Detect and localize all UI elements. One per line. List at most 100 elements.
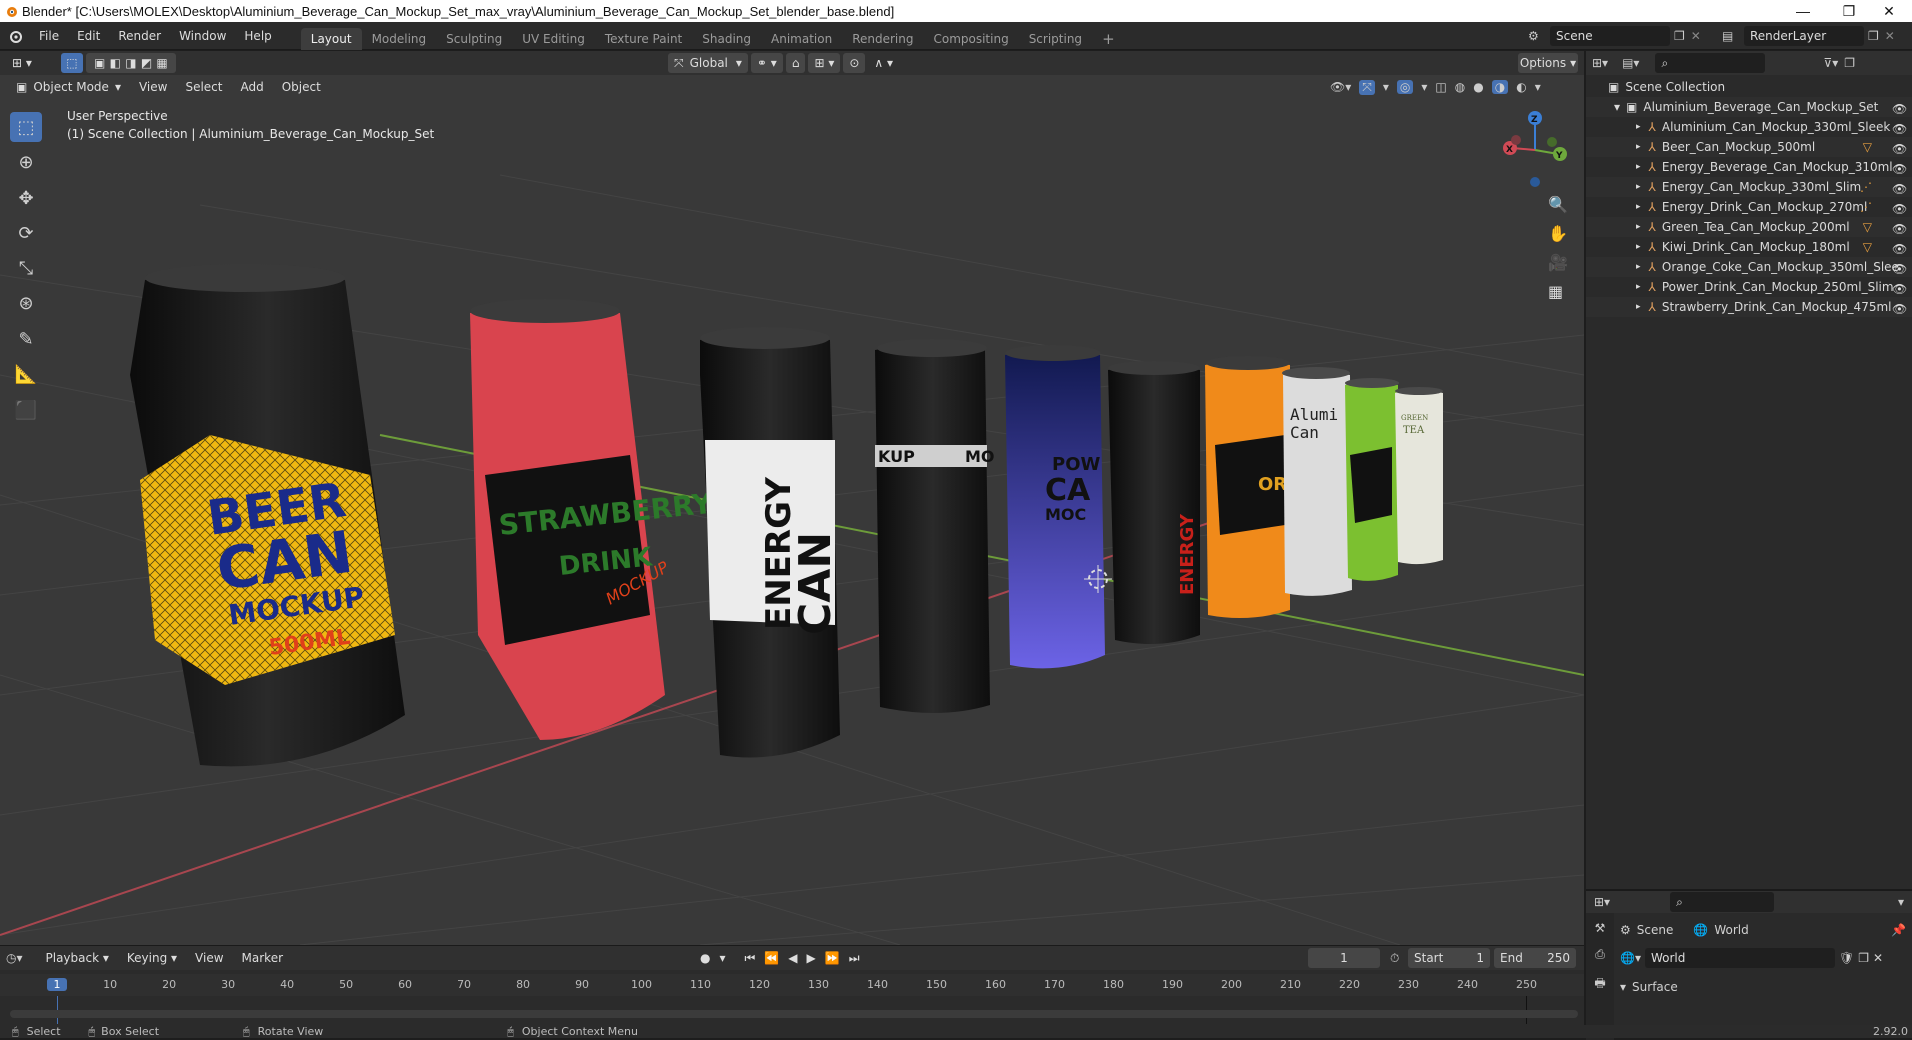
selection-mode-group[interactable]: ▣ ◧ ◨ ◩ ▦	[85, 53, 176, 73]
expand-arrow-icon[interactable]: ▸	[1636, 142, 1641, 152]
chevron-down-icon[interactable]: ▾	[1898, 895, 1904, 909]
kiwi-can-object[interactable]	[1345, 378, 1399, 581]
world-breadcrumb[interactable]: World	[1714, 923, 1748, 937]
energy-small-can-object[interactable]: ENERGY	[1108, 361, 1200, 644]
menu-edit[interactable]: Edit	[68, 22, 109, 50]
expand-arrow-icon[interactable]: ▸	[1636, 282, 1641, 292]
select-subtract-icon[interactable]: ◨	[125, 56, 136, 70]
beer-can-object[interactable]: BEER CAN MOCKUP 500ML	[130, 264, 405, 767]
remove-layer-icon[interactable]: ✕	[1885, 29, 1895, 43]
new-layer-icon[interactable]: ❐	[1868, 29, 1879, 43]
eye-icon[interactable]: 👁	[1892, 242, 1907, 256]
slim-can-object[interactable]: KUP MO	[875, 339, 995, 714]
chevron-down-icon[interactable]: ▾	[1535, 80, 1541, 94]
green-tea-can-object[interactable]: GREEN TEA	[1395, 387, 1443, 565]
select-box-icon[interactable]: ⬚	[10, 112, 42, 142]
expand-arrow-icon[interactable]: ▸	[1636, 262, 1641, 272]
outliner-item[interactable]: ▸ ⅄ Beer_Can_Mockup_500ml ▽ 👁	[1586, 137, 1912, 157]
outliner-item[interactable]: ▸ ⅄ Strawberry_Drink_Can_Mockup_475ml 👁	[1586, 297, 1912, 317]
world-field[interactable]: World	[1644, 948, 1835, 968]
zoom-icon[interactable]: 🔍	[1548, 195, 1568, 214]
jump-keyframe-back-icon[interactable]: ⏪	[764, 951, 779, 965]
select-invert-icon[interactable]: ◩	[141, 56, 152, 70]
wireframe-shading-icon[interactable]: ◍	[1455, 80, 1465, 94]
pivot-point-dropdown[interactable]: ⚭ ▾	[750, 53, 783, 73]
tab-scripting[interactable]: Scripting	[1019, 28, 1092, 50]
play-icon[interactable]: ▶	[807, 951, 816, 965]
blender-menu-icon[interactable]	[0, 29, 30, 43]
proportional-falloff-dropdown[interactable]: ∧ ▾	[868, 53, 899, 73]
proportional-edit-toggle[interactable]: ⊙	[843, 53, 866, 73]
unlink-icon[interactable]: ✕	[1873, 951, 1883, 965]
tab-animation[interactable]: Animation	[761, 28, 842, 50]
eye-icon[interactable]: 👁	[1892, 302, 1907, 316]
viewport-scene[interactable]: BEER CAN MOCKUP 500ML STRAWBERRY DRINK M…	[0, 75, 1584, 945]
pan-hand-icon[interactable]: ✋	[1548, 224, 1568, 243]
properties-editor-icon[interactable]: ⊞▾	[1594, 895, 1610, 909]
eye-icon[interactable]: 👁	[1892, 222, 1907, 236]
outliner-editor-icon[interactable]: ⊞▾	[1592, 56, 1608, 70]
record-icon[interactable]: ●	[700, 951, 710, 965]
transform-orientation-dropdown[interactable]: ⤧ Global ▾	[668, 53, 748, 73]
tab-shading[interactable]: Shading	[692, 28, 761, 50]
scene-icon[interactable]: ⚙	[1528, 29, 1550, 43]
panel-expand-icon[interactable]: ▾	[1620, 980, 1626, 994]
solid-shading-icon[interactable]: ●	[1473, 80, 1483, 94]
tab-uv-editing[interactable]: UV Editing	[512, 28, 595, 50]
object-mode-dropdown[interactable]: ▣ Object Mode ▾	[10, 77, 127, 97]
navigation-gizmo[interactable]: Z X Y	[1500, 110, 1570, 190]
minimize-button[interactable]: —	[1780, 0, 1826, 22]
eye-icon[interactable]: 👁	[1892, 282, 1907, 296]
rendered-shading-icon[interactable]: ◐	[1516, 80, 1526, 94]
menu-file[interactable]: File	[30, 22, 68, 50]
expand-arrow-icon[interactable]: ▸	[1636, 242, 1641, 252]
move-icon[interactable]: ✥	[10, 183, 42, 213]
timeline-menu-marker[interactable]: Marker	[233, 944, 292, 972]
expand-arrow-icon[interactable]: ▸	[1636, 182, 1641, 192]
viewport-menu-view[interactable]: View	[130, 73, 176, 101]
tab-rendering[interactable]: Rendering	[842, 28, 923, 50]
overlay-toggle-icon[interactable]: ◎	[1396, 80, 1414, 94]
ortho-grid-icon[interactable]: ▦	[1548, 282, 1568, 301]
outliner-item[interactable]: ▸ ⅄ Energy_Drink_Can_Mockup_270ml ⋰ 👁	[1586, 197, 1912, 217]
eye-icon[interactable]: 👁	[1892, 162, 1907, 176]
play-reverse-icon[interactable]: ◀	[788, 951, 797, 965]
viewport-menu-add[interactable]: Add	[231, 73, 272, 101]
display-mode-icon[interactable]: ▤▾	[1622, 56, 1639, 70]
jump-start-icon[interactable]: ⏮	[745, 951, 756, 966]
snap-toggle[interactable]: ⌂	[785, 53, 806, 73]
eye-icon[interactable]: 👁	[1892, 122, 1907, 136]
outliner-item[interactable]: ▸ ⅄ Energy_Can_Mockup_330ml_Slim ⋰ 👁	[1586, 177, 1912, 197]
tab-texture-paint[interactable]: Texture Paint	[595, 28, 692, 50]
visibility-icon[interactable]: 👁▾	[1330, 80, 1351, 94]
menu-help[interactable]: Help	[235, 22, 280, 50]
filter-icon[interactable]: ⊽▾	[1823, 56, 1838, 70]
eye-icon[interactable]: 👁	[1892, 142, 1907, 156]
close-button[interactable]: ✕	[1866, 0, 1912, 22]
viewport-menu-select[interactable]: Select	[176, 73, 231, 101]
options-dropdown[interactable]: Options ▾	[1518, 53, 1578, 73]
outliner-collection[interactable]: ▾ ▣ Aluminium_Beverage_Can_Mockup_Set 👁	[1586, 97, 1912, 117]
jump-end-icon[interactable]: ⏭	[849, 951, 860, 966]
menu-render[interactable]: Render	[109, 22, 170, 50]
camera-view-icon[interactable]: 🎥	[1548, 253, 1568, 272]
tab-compositing[interactable]: Compositing	[923, 28, 1018, 50]
new-collection-icon[interactable]: ❐	[1844, 56, 1855, 70]
eye-icon[interactable]: 👁	[1892, 182, 1907, 196]
power-can-object[interactable]: POW CA MOC	[1005, 345, 1105, 669]
annotate-icon[interactable]: ✎	[10, 324, 42, 354]
expand-arrow-icon[interactable]: ▸	[1636, 122, 1641, 132]
scene-breadcrumb[interactable]: Scene	[1637, 923, 1674, 937]
expand-arrow-icon[interactable]: ▸	[1636, 202, 1641, 212]
select-tool-icon[interactable]: ⬚	[60, 53, 83, 73]
outliner-scene-collection[interactable]: ▣ Scene Collection	[1586, 77, 1912, 97]
timeline-scrollbar[interactable]	[10, 1010, 1578, 1018]
gizmo-toggle-icon[interactable]: ⤧	[1359, 79, 1375, 95]
outliner-item[interactable]: ▸ ⅄ Power_Drink_Can_Mockup_250ml_Slim 👁	[1586, 277, 1912, 297]
properties-search-input[interactable]: ⌕	[1670, 892, 1774, 912]
tool-tab-icon[interactable]: ⚒	[1595, 921, 1606, 935]
expand-arrow-icon[interactable]: ▸	[1636, 222, 1641, 232]
measure-icon[interactable]: 📐	[10, 359, 42, 389]
jump-keyframe-forward-icon[interactable]: ⏩	[825, 951, 840, 965]
tab-modeling[interactable]: Modeling	[362, 28, 437, 50]
